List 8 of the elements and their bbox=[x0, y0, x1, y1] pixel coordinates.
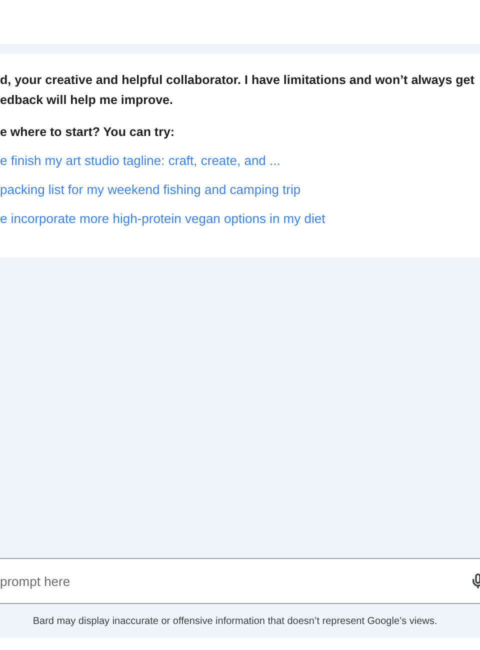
suggestion-link[interactable]: e incorporate more high-protein vegan options in my diet bbox=[0, 204, 326, 233]
suggestion-link[interactable]: packing list for my weekend fishing and camping trip bbox=[0, 175, 301, 204]
intro-question: e where to start? You can try: bbox=[0, 124, 175, 141]
prompt-field[interactable]: prompt here bbox=[0, 558, 480, 604]
intro-text: edback will help me improve. bbox=[0, 92, 173, 109]
intro-text: d, your creative and helpful collaborator. I have limitations and won’t always get bbox=[0, 72, 474, 89]
suggestion-link[interactable]: e finish my art studio tagline: craft, create, and ... bbox=[0, 146, 280, 175]
disclaimer-text: Bard may display inaccurate or offensive information that doesn’t represent Google’s views. bbox=[32, 614, 438, 628]
